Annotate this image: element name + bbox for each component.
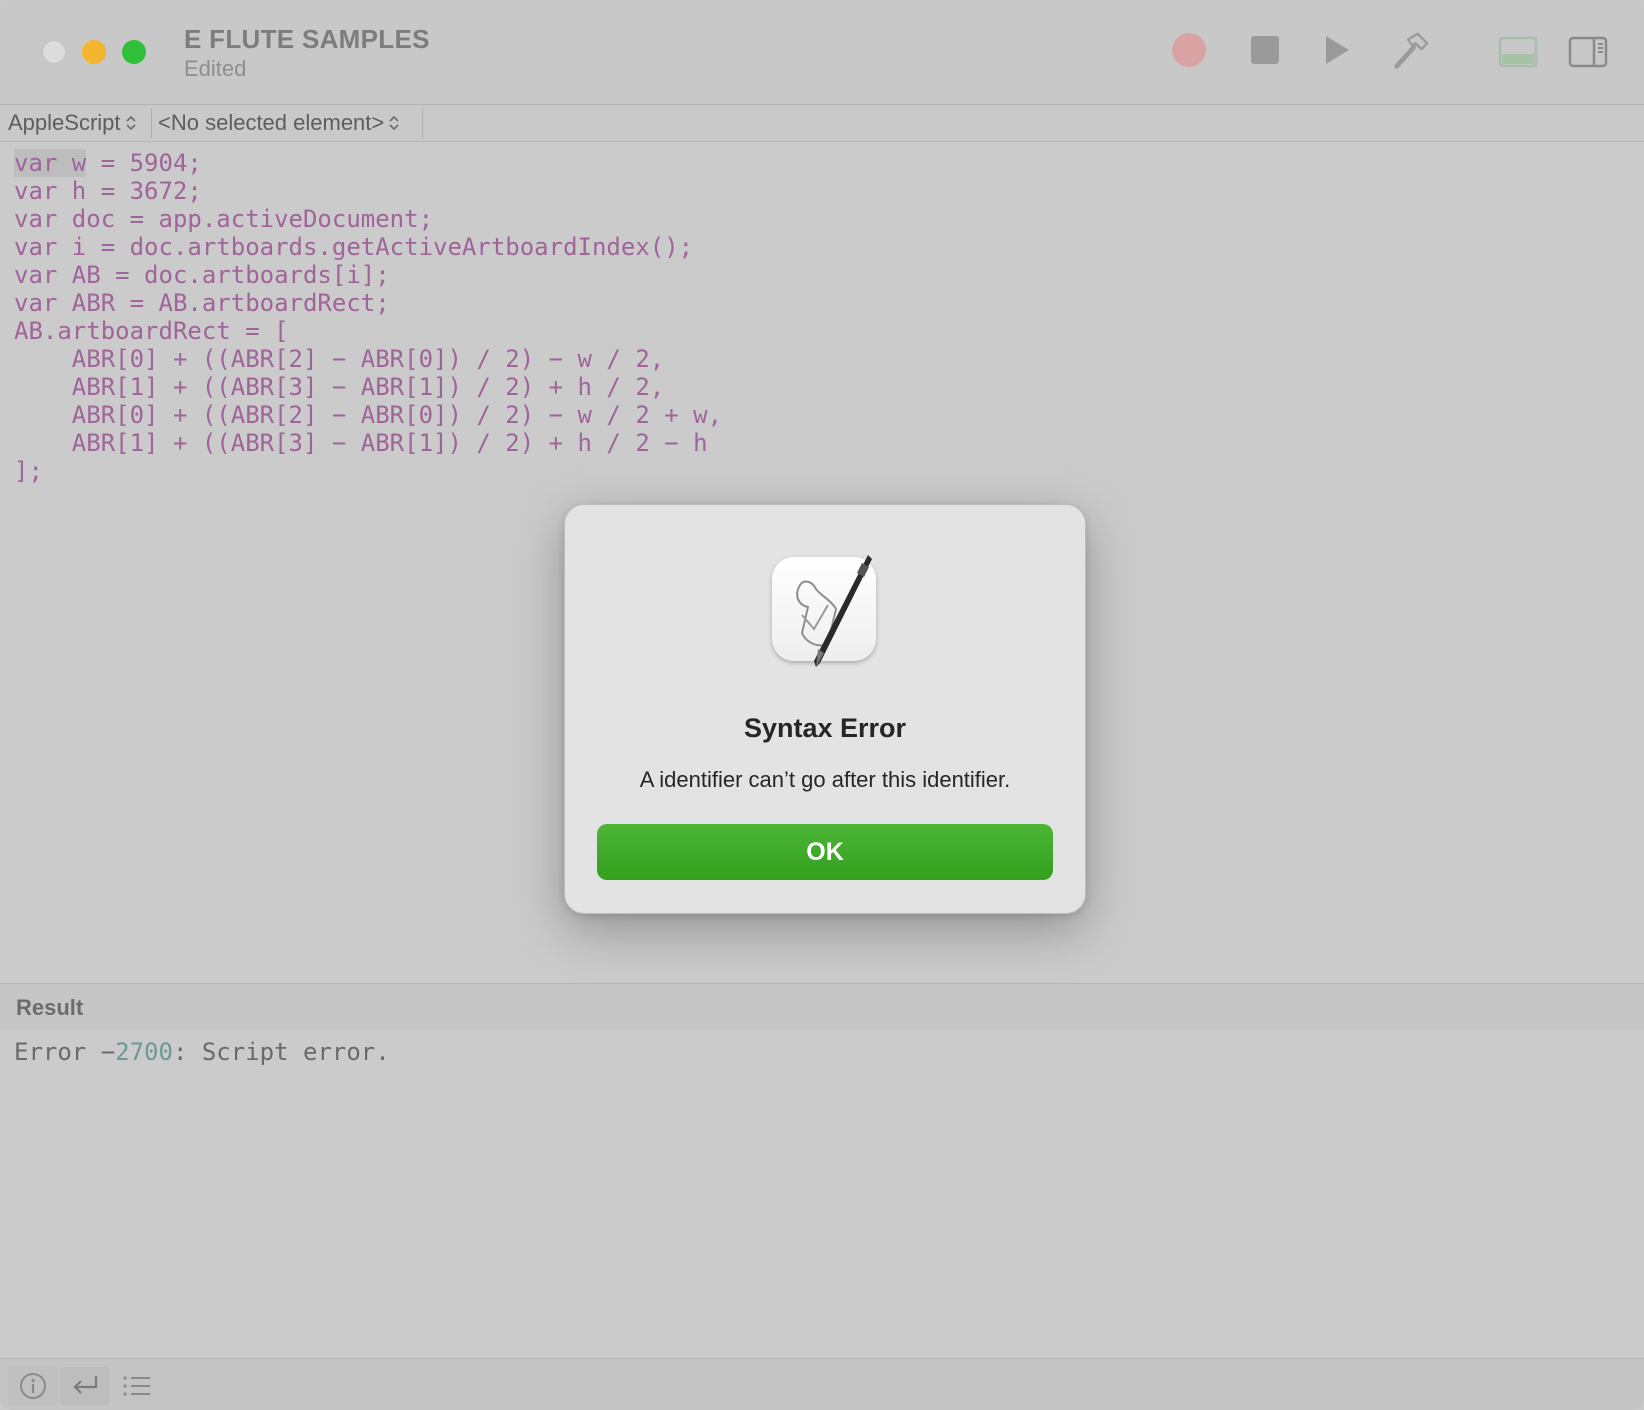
code-line: ]; xyxy=(14,457,43,485)
navigation-bar: AppleScript <No selected element> xyxy=(0,105,1644,142)
result-header: Result xyxy=(0,983,1644,1031)
element-label: <No selected element> xyxy=(158,110,385,135)
run-button[interactable] xyxy=(1317,30,1357,70)
code-line: var h = 3672; xyxy=(14,177,202,205)
code-line: var i = doc.artboards.getActiveArtboardI… xyxy=(14,233,694,261)
minimize-window-button[interactable] xyxy=(82,40,106,64)
script-editor-window: E FLUTE SAMPLES Edited AppleScript <No s… xyxy=(0,0,1644,1410)
dialog-message: A identifier can’t go after this identif… xyxy=(639,767,1011,792)
code-line: ABR[1] + ((ABR[3] − ABR[1]) / 2) + h / 2… xyxy=(14,373,665,401)
replies-tab-button[interactable] xyxy=(60,1367,110,1405)
error-prefix: Error − xyxy=(14,1038,116,1066)
result-label: Result xyxy=(16,995,84,1020)
element-popup[interactable]: <No selected element> xyxy=(158,109,399,137)
show-sidebar-button[interactable] xyxy=(1568,32,1608,72)
play-icon xyxy=(1326,36,1349,64)
ok-button[interactable]: OK xyxy=(597,824,1053,880)
language-popup[interactable]: AppleScript xyxy=(8,109,136,137)
navbar-divider xyxy=(422,108,423,138)
title-bar: E FLUTE SAMPLES Edited xyxy=(0,0,1644,105)
show-log-button[interactable] xyxy=(1498,32,1538,72)
stop-button[interactable] xyxy=(1245,30,1285,70)
error-suffix: : Script error. xyxy=(172,1038,390,1066)
stop-icon xyxy=(1251,36,1279,64)
info-tab-button[interactable] xyxy=(8,1367,58,1405)
dialog-title: Syntax Error xyxy=(743,713,907,743)
document-status: Edited xyxy=(184,56,247,81)
code-line: AB.artboardRect = [ xyxy=(14,317,289,345)
code-line: var AB = doc.artboards[i]; xyxy=(14,261,390,289)
events-tab-button[interactable] xyxy=(112,1367,162,1405)
code-line: var doc = app.activeDocument; xyxy=(14,205,434,233)
compile-button[interactable] xyxy=(1391,30,1431,70)
syntax-error-dialog: Syntax Error A identifier can’t go after… xyxy=(564,504,1086,914)
document-title: E FLUTE SAMPLES xyxy=(184,24,430,54)
navbar-divider xyxy=(151,108,152,138)
return-arrow-icon xyxy=(73,1376,98,1394)
language-label: AppleScript xyxy=(8,110,121,135)
hammer-icon xyxy=(1394,32,1429,69)
record-button[interactable] xyxy=(1169,30,1209,70)
code-line: var ABR = AB.artboardRect; xyxy=(14,289,390,317)
info-icon xyxy=(20,1373,46,1399)
script-code[interactable]: var w = 5904; var h = 3672; var doc = ap… xyxy=(14,149,722,485)
result-pane[interactable]: Error −2700: Script error. xyxy=(0,1030,1644,1358)
selected-text: var w xyxy=(14,149,87,177)
bottom-panel-icon xyxy=(1498,36,1538,68)
result-text[interactable]: Error −2700: Script error. xyxy=(14,1038,390,1066)
right-sidebar-icon xyxy=(1568,36,1608,68)
code-line: ABR[0] + ((ABR[2] − ABR[0]) / 2) − w / 2… xyxy=(14,345,665,373)
code-line: var w = 5904; xyxy=(14,149,202,177)
record-icon xyxy=(1172,33,1206,67)
close-window-button[interactable] xyxy=(42,40,66,64)
updown-chevron-icon xyxy=(125,115,136,131)
code-line: ABR[1] + ((ABR[3] − ABR[1]) / 2) + h / 2… xyxy=(14,429,708,457)
list-icon xyxy=(123,1376,150,1396)
bottom-bar xyxy=(0,1358,1644,1410)
code-line: ABR[0] + ((ABR[2] − ABR[0]) / 2) − w / 2… xyxy=(14,401,723,429)
error-code: 2700 xyxy=(115,1038,173,1066)
updown-chevron-icon xyxy=(389,115,399,131)
script-editor-app-icon xyxy=(772,555,876,667)
zoom-window-button[interactable] xyxy=(122,40,146,64)
